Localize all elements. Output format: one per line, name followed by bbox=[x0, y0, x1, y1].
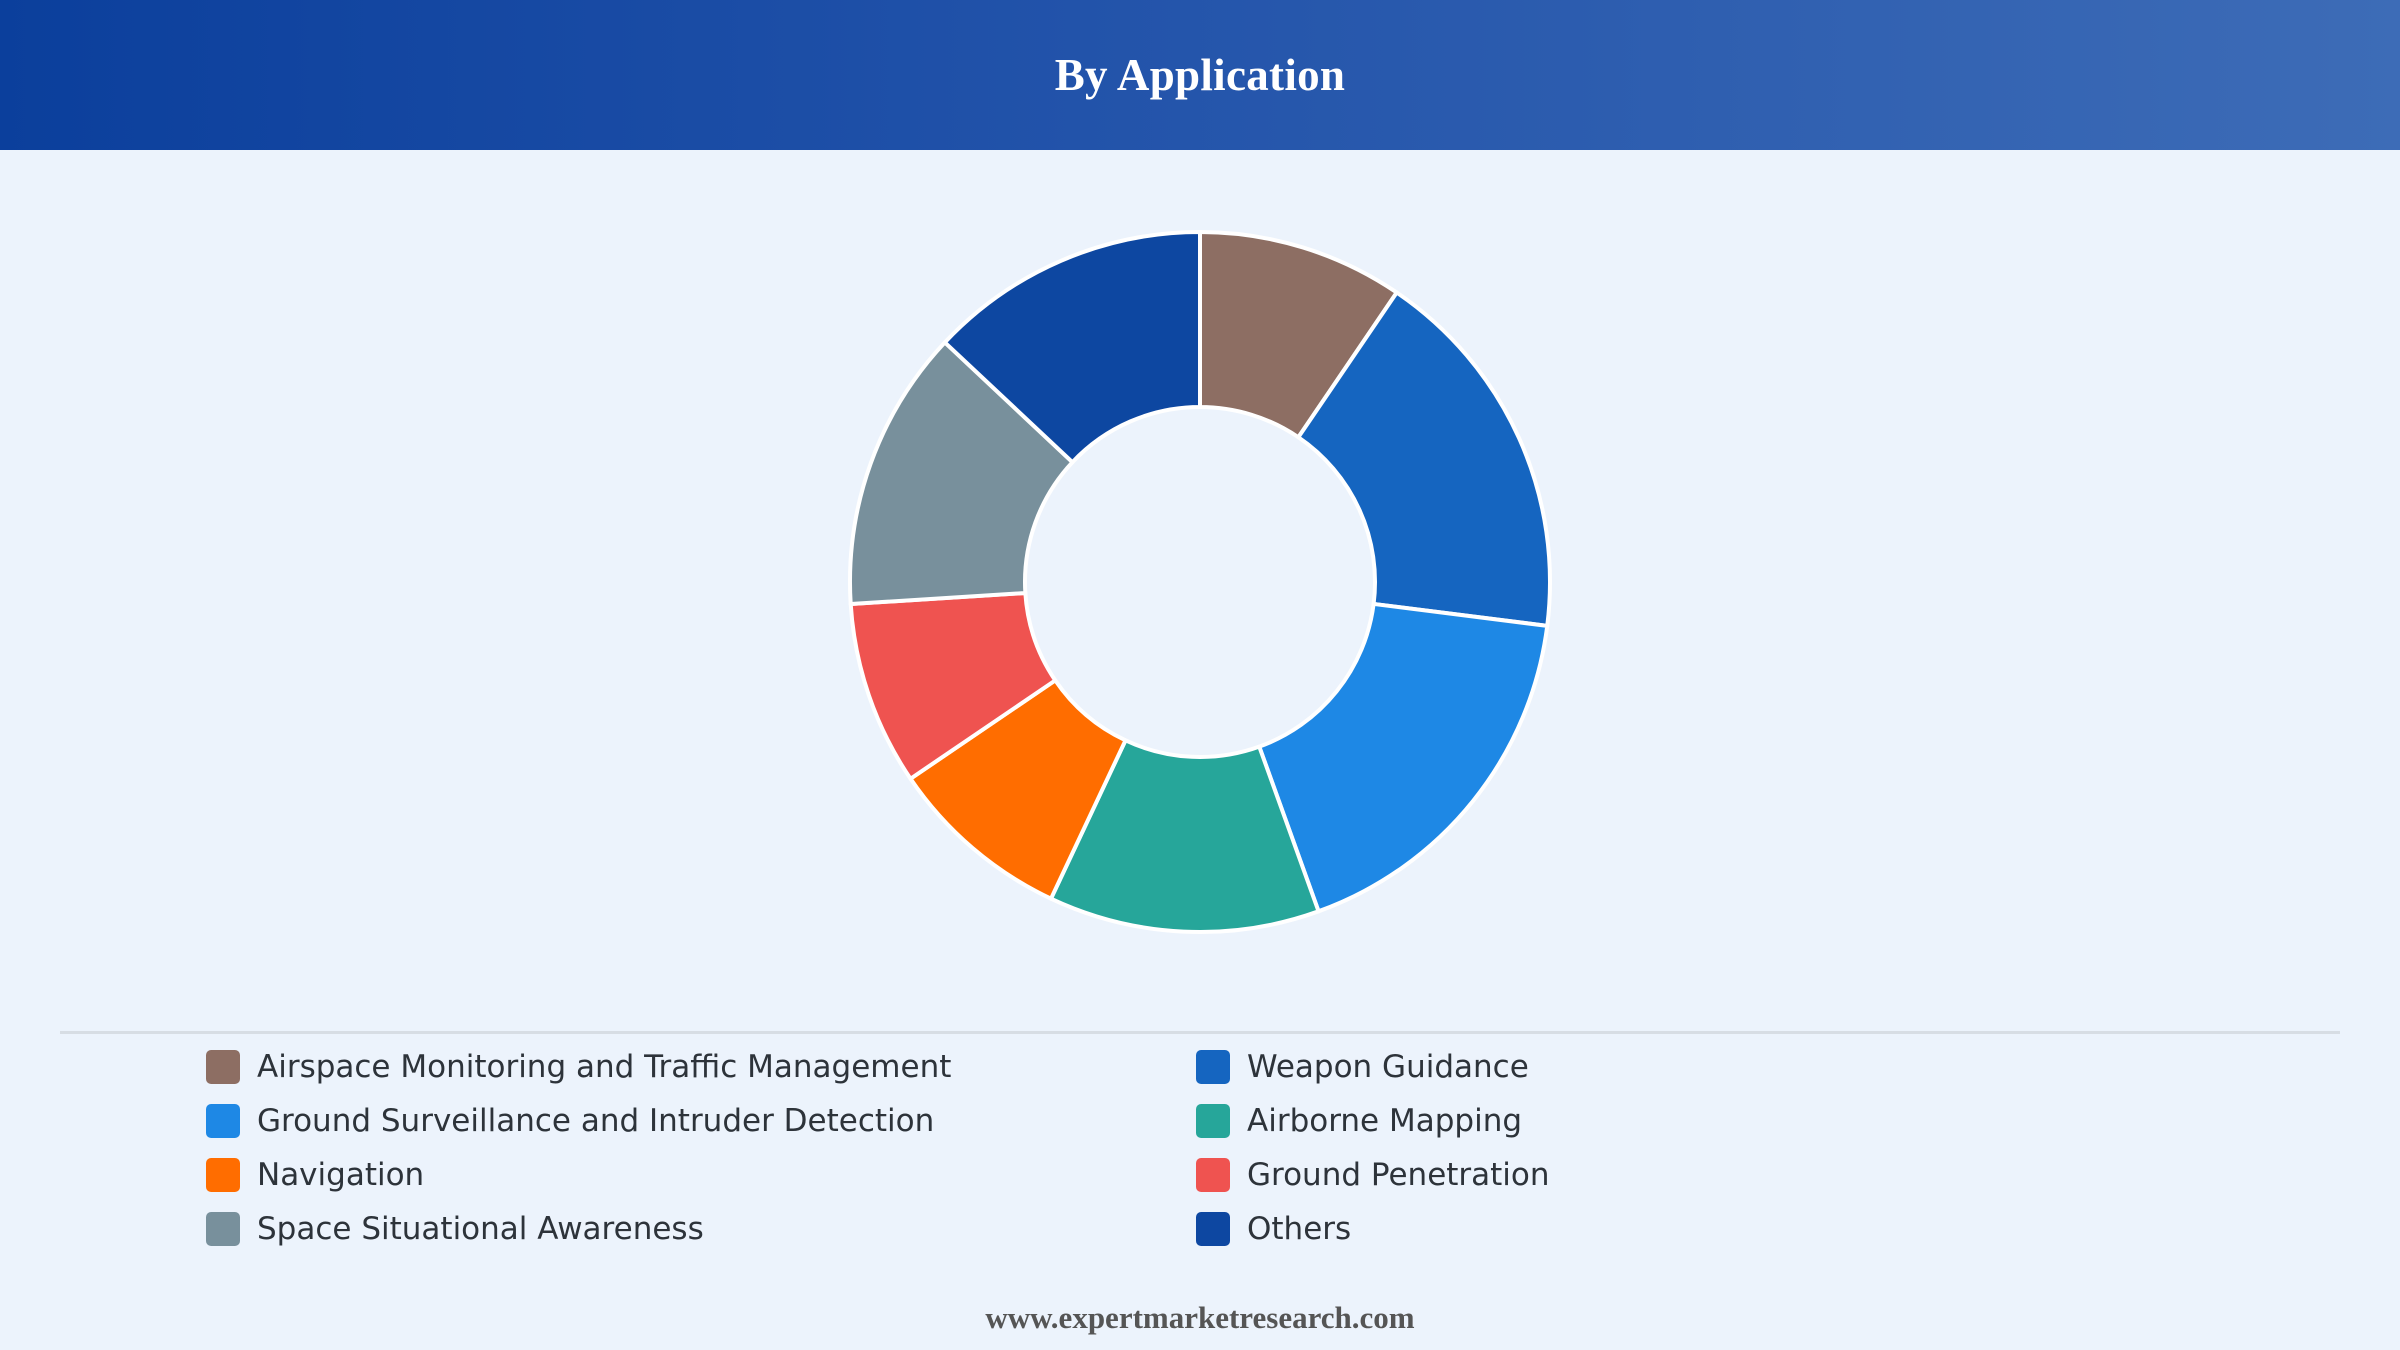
legend-item: Ground Surveillance and Intruder Detecti… bbox=[206, 1094, 1196, 1148]
legend-item: Airborne Mapping bbox=[1196, 1094, 1896, 1148]
legend-label: Weapon Guidance bbox=[1247, 1049, 1529, 1085]
chart-legend: Airspace Monitoring and Traffic Manageme… bbox=[206, 1040, 1906, 1256]
donut-chart bbox=[848, 230, 1552, 934]
legend-swatch bbox=[1196, 1104, 1230, 1138]
legend-divider bbox=[60, 1031, 2340, 1034]
legend-item: Space Situational Awareness bbox=[206, 1202, 1196, 1256]
legend-swatch bbox=[206, 1158, 240, 1192]
footer-url: www.expertmarketresearch.com bbox=[985, 1300, 1415, 1335]
legend-item: Navigation bbox=[206, 1148, 1196, 1202]
legend-label: Navigation bbox=[257, 1157, 425, 1193]
legend-item: Weapon Guidance bbox=[1196, 1040, 1896, 1094]
legend-label: Airborne Mapping bbox=[1247, 1103, 1523, 1139]
legend-label: Others bbox=[1247, 1211, 1352, 1247]
legend-label: Space Situational Awareness bbox=[257, 1211, 704, 1247]
legend-swatch bbox=[1196, 1212, 1230, 1246]
legend-swatch bbox=[1196, 1158, 1230, 1192]
chart-area bbox=[0, 150, 2400, 1030]
legend-swatch bbox=[1196, 1050, 1230, 1084]
legend-label: Airspace Monitoring and Traffic Manageme… bbox=[257, 1049, 952, 1085]
legend-item: Others bbox=[1196, 1202, 1896, 1256]
header-banner: By Application bbox=[0, 0, 2400, 150]
legend-label: Ground Penetration bbox=[1247, 1157, 1550, 1193]
legend-swatch bbox=[206, 1212, 240, 1246]
legend-item: Ground Penetration bbox=[1196, 1148, 1896, 1202]
legend-label: Ground Surveillance and Intruder Detecti… bbox=[257, 1103, 935, 1139]
legend-item: Airspace Monitoring and Traffic Manageme… bbox=[206, 1040, 1196, 1094]
legend-swatch bbox=[206, 1104, 240, 1138]
legend-swatch bbox=[206, 1050, 240, 1084]
chart-title: By Application bbox=[1054, 50, 1346, 100]
